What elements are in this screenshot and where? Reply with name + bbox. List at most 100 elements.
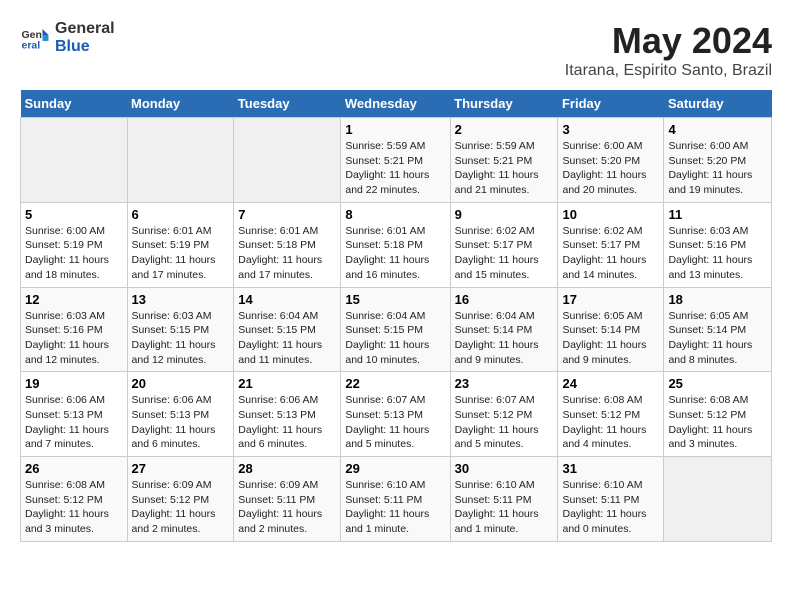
day-number: 21 [238,376,336,391]
day-number: 12 [25,292,123,307]
day-info: Sunrise: 6:05 AMSunset: 5:14 PMDaylight:… [668,309,767,368]
calendar-cell: 21 Sunrise: 6:06 AMSunset: 5:13 PMDayligh… [234,372,341,457]
day-number: 7 [238,207,336,222]
day-info: Sunrise: 6:02 AMSunset: 5:17 PMDaylight:… [562,224,659,283]
calendar-cell: 22Sunrise: 6:07 AMSunset: 5:13 PMDayligh… [341,372,450,457]
day-info: Sunrise: 6:01 AMSunset: 5:18 PMDaylight:… [238,224,336,283]
header-monday: Monday [127,90,234,118]
calendar-cell: 2 Sunrise: 5:59 AMSunset: 5:21 PMDaylight… [450,118,558,203]
calendar-cell [664,457,772,542]
calendar-cell: 29Sunrise: 6:10 AMSunset: 5:11 PMDayligh… [341,457,450,542]
calendar-cell: 13Sunrise: 6:03 AMSunset: 5:15 PMDayligh… [127,287,234,372]
calendar-cell: 9 Sunrise: 6:02 AMSunset: 5:17 PMDaylight… [450,202,558,287]
day-info: Sunrise: 6:09 AMSunset: 5:12 PMDaylight:… [132,478,230,537]
calendar-cell: 27 Sunrise: 6:09 AMSunset: 5:12 PMDayligh… [127,457,234,542]
day-number: 29 [345,461,445,476]
day-number: 15 [345,292,445,307]
day-number: 2 [455,122,554,137]
day-info: Sunrise: 6:05 AMSunset: 5:14 PMDaylight:… [562,309,659,368]
day-number: 16 [455,292,554,307]
calendar-cell: 10 Sunrise: 6:02 AMSunset: 5:17 PMDayligh… [558,202,664,287]
day-number: 9 [455,207,554,222]
day-info: Sunrise: 6:08 AMSunset: 5:12 PMDaylight:… [25,478,123,537]
calendar-cell: 1 Sunrise: 5:59 AMSunset: 5:21 PMDaylight… [341,118,450,203]
day-number: 8 [345,207,445,222]
calendar-week-5: 26Sunrise: 6:08 AMSunset: 5:12 PMDayligh… [21,457,772,542]
day-number: 18 [668,292,767,307]
day-info: Sunrise: 6:06 AMSunset: 5:13 PMDaylight:… [238,393,336,452]
day-number: 27 [132,461,230,476]
day-number: 25 [668,376,767,391]
logo: Gen eral General Blue [20,20,115,56]
day-number: 31 [562,461,659,476]
calendar-cell [127,118,234,203]
day-number: 10 [562,207,659,222]
calendar-cell: 25 Sunrise: 6:08 AMSunset: 5:12 PMDayligh… [664,372,772,457]
day-info: Sunrise: 6:06 AMSunset: 5:13 PMDaylight:… [25,393,123,452]
location: Itarana, Espirito Santo, Brazil [565,62,772,80]
calendar-cell: 7 Sunrise: 6:01 AMSunset: 5:18 PMDaylight… [234,202,341,287]
calendar-table: SundayMondayTuesdayWednesdayThursdayFrid… [20,90,772,542]
calendar-cell: 20 Sunrise: 6:06 AMSunset: 5:13 PMDayligh… [127,372,234,457]
calendar-cell: 14Sunrise: 6:04 AMSunset: 5:15 PMDayligh… [234,287,341,372]
day-info: Sunrise: 6:07 AMSunset: 5:12 PMDaylight:… [455,393,554,452]
calendar-cell: 15 Sunrise: 6:04 AMSunset: 5:15 PMDayligh… [341,287,450,372]
calendar-week-4: 19Sunrise: 6:06 AMSunset: 5:13 PMDayligh… [21,372,772,457]
title-area: May 2024 Itarana, Espirito Santo, Brazil [565,20,772,80]
day-number: 28 [238,461,336,476]
day-number: 3 [562,122,659,137]
day-number: 5 [25,207,123,222]
day-number: 1 [345,122,445,137]
day-info: Sunrise: 6:03 AMSunset: 5:16 PMDaylight:… [25,309,123,368]
calendar-cell: 16 Sunrise: 6:04 AMSunset: 5:14 PMDayligh… [450,287,558,372]
header-friday: Friday [558,90,664,118]
day-info: Sunrise: 6:02 AMSunset: 5:17 PMDaylight:… [455,224,554,283]
logo-text: General Blue [55,20,115,56]
calendar-cell: 23Sunrise: 6:07 AMSunset: 5:12 PMDayligh… [450,372,558,457]
calendar-cell: 31 Sunrise: 6:10 AMSunset: 5:11 PMDayligh… [558,457,664,542]
calendar-cell: 4Sunrise: 6:00 AMSunset: 5:20 PMDaylight… [664,118,772,203]
calendar-cell: 3 Sunrise: 6:00 AMSunset: 5:20 PMDaylight… [558,118,664,203]
calendar-week-2: 5 Sunrise: 6:00 AMSunset: 5:19 PMDaylight… [21,202,772,287]
logo-icon: Gen eral [20,23,50,53]
day-number: 30 [455,461,554,476]
header-thursday: Thursday [450,90,558,118]
day-info: Sunrise: 6:10 AMSunset: 5:11 PMDaylight:… [455,478,554,537]
calendar-cell [21,118,128,203]
day-number: 6 [132,207,230,222]
day-number: 24 [562,376,659,391]
calendar-cell: 5 Sunrise: 6:00 AMSunset: 5:19 PMDaylight… [21,202,128,287]
day-info: Sunrise: 6:10 AMSunset: 5:11 PMDaylight:… [562,478,659,537]
calendar-cell: 8Sunrise: 6:01 AMSunset: 5:18 PMDaylight… [341,202,450,287]
header-wednesday: Wednesday [341,90,450,118]
calendar-cell: 12 Sunrise: 6:03 AMSunset: 5:16 PMDayligh… [21,287,128,372]
calendar-cell [234,118,341,203]
day-info: Sunrise: 6:00 AMSunset: 5:20 PMDaylight:… [562,139,659,198]
day-number: 11 [668,207,767,222]
day-info: Sunrise: 6:08 AMSunset: 5:12 PMDaylight:… [668,393,767,452]
calendar-cell: 17 Sunrise: 6:05 AMSunset: 5:14 PMDayligh… [558,287,664,372]
calendar-cell: 26Sunrise: 6:08 AMSunset: 5:12 PMDayligh… [21,457,128,542]
day-info: Sunrise: 5:59 AMSunset: 5:21 PMDaylight:… [345,139,445,198]
calendar-cell: 30 Sunrise: 6:10 AMSunset: 5:11 PMDayligh… [450,457,558,542]
day-info: Sunrise: 6:00 AMSunset: 5:19 PMDaylight:… [25,224,123,283]
calendar-week-3: 12 Sunrise: 6:03 AMSunset: 5:16 PMDayligh… [21,287,772,372]
day-info: Sunrise: 6:08 AMSunset: 5:12 PMDaylight:… [562,393,659,452]
month-title: May 2024 [565,20,772,62]
day-info: Sunrise: 6:06 AMSunset: 5:13 PMDaylight:… [132,393,230,452]
day-number: 20 [132,376,230,391]
day-info: Sunrise: 6:01 AMSunset: 5:19 PMDaylight:… [132,224,230,283]
day-info: Sunrise: 6:04 AMSunset: 5:15 PMDaylight:… [345,309,445,368]
day-info: Sunrise: 5:59 AMSunset: 5:21 PMDaylight:… [455,139,554,198]
day-info: Sunrise: 6:09 AMSunset: 5:11 PMDaylight:… [238,478,336,537]
calendar-header-row: SundayMondayTuesdayWednesdayThursdayFrid… [21,90,772,118]
day-info: Sunrise: 6:04 AMSunset: 5:14 PMDaylight:… [455,309,554,368]
calendar-cell: 6 Sunrise: 6:01 AMSunset: 5:19 PMDaylight… [127,202,234,287]
day-number: 17 [562,292,659,307]
calendar-cell: 19Sunrise: 6:06 AMSunset: 5:13 PMDayligh… [21,372,128,457]
calendar-cell: 28 Sunrise: 6:09 AMSunset: 5:11 PMDayligh… [234,457,341,542]
day-info: Sunrise: 6:03 AMSunset: 5:16 PMDaylight:… [668,224,767,283]
day-number: 13 [132,292,230,307]
day-info: Sunrise: 6:00 AMSunset: 5:20 PMDaylight:… [668,139,767,198]
svg-text:eral: eral [22,40,41,52]
